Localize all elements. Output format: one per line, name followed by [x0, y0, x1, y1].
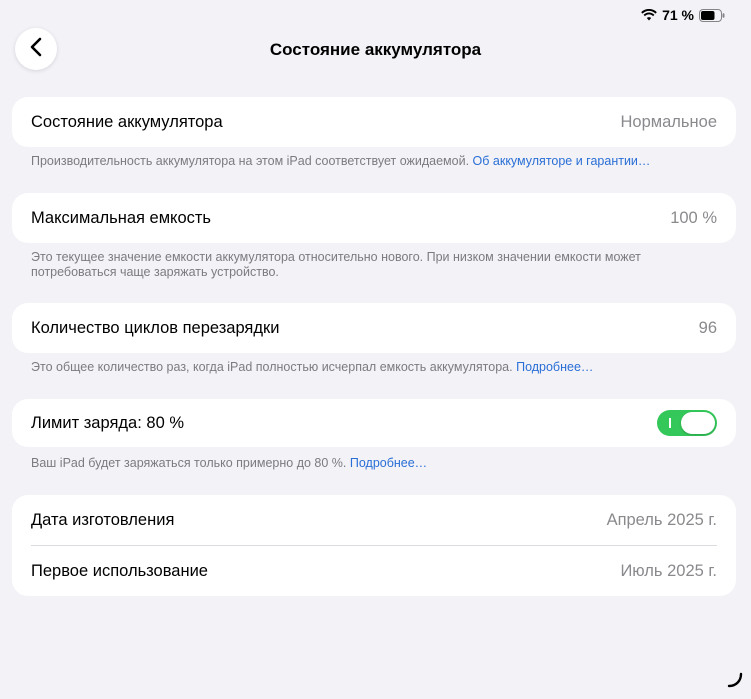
cycle-count-card: Количество циклов перезарядки 96: [12, 303, 736, 353]
first-use-value: Июль 2025 г.: [620, 561, 717, 580]
battery-health-value: Нормальное: [620, 112, 717, 131]
page-title: Состояние аккумулятора: [269, 40, 482, 59]
battery-health-row[interactable]: Состояние аккумулятора Нормальное: [12, 97, 736, 147]
charge-limit-card: Лимит заряда: 80 %: [12, 399, 736, 447]
cycle-count-row: Количество циклов перезарядки 96: [12, 303, 736, 353]
cycle-count-footnote: Это общее количество раз, когда iPad пол…: [31, 360, 691, 375]
charge-limit-footnote: Ваш iPad будет заряжаться только примерн…: [31, 456, 691, 471]
max-capacity-label: Максимальная емкость: [31, 208, 212, 227]
first-use-row: Первое использование Июль 2025 г.: [12, 546, 736, 596]
cycle-count-more-link[interactable]: Подробнее…: [516, 360, 593, 374]
manufacture-date-value: Апрель 2025 г.: [606, 510, 717, 529]
manufacture-date-label: Дата изготовления: [31, 510, 175, 529]
battery-health-label: Состояние аккумулятора: [31, 112, 223, 131]
status-bar: 71 %: [641, 6, 725, 24]
cycle-count-footnote-text: Это общее количество раз, когда iPad пол…: [31, 360, 513, 374]
charge-limit-row: Лимит заряда: 80 %: [12, 399, 736, 447]
battery-warranty-link[interactable]: Об аккумуляторе и гарантии…: [473, 154, 651, 168]
max-capacity-card: Максимальная емкость 100 %: [12, 193, 736, 243]
cycle-count-label: Количество циклов перезарядки: [31, 318, 280, 337]
charge-limit-more-link[interactable]: Подробнее…: [350, 456, 427, 470]
max-capacity-footnote-line1: Это текущее значение емкости аккумулятор…: [31, 250, 641, 264]
max-capacity-footnote: Это текущее значение емкости аккумулятор…: [31, 250, 721, 280]
wifi-icon: [641, 9, 657, 21]
first-use-label: Первое использование: [31, 561, 208, 580]
max-capacity-value: 100 %: [670, 208, 717, 227]
battery-percent: 71 %: [662, 7, 694, 23]
battery-health-card: Состояние аккумулятора Нормальное: [12, 97, 736, 147]
dates-card: Дата изготовления Апрель 2025 г. Первое …: [12, 495, 736, 596]
max-capacity-footnote-line2: потребоваться чаще заряжать устройство.: [31, 265, 279, 279]
charge-limit-label: Лимит заряда: 80 %: [31, 413, 184, 432]
battery-health-footnote: Производительность аккумулятора на этом …: [31, 154, 691, 169]
battery-health-footnote-text: Производительность аккумулятора на этом …: [31, 154, 470, 168]
charge-limit-toggle[interactable]: [657, 410, 717, 436]
manufacture-date-row: Дата изготовления Апрель 2025 г.: [12, 495, 736, 545]
charge-limit-footnote-text: Ваш iPad будет заряжаться только примерн…: [31, 456, 347, 470]
toggle-on-mark: [669, 418, 671, 428]
toggle-knob: [681, 412, 715, 434]
max-capacity-row: Максимальная емкость 100 %: [12, 193, 736, 243]
corner-handle-icon: [727, 672, 743, 693]
cycle-count-value: 96: [698, 318, 717, 337]
battery-icon: [699, 8, 725, 22]
